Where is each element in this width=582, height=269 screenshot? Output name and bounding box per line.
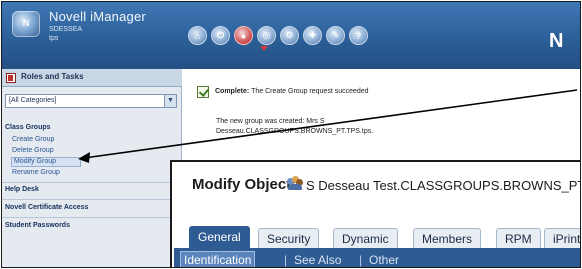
tree-name: SDESSEA: [49, 26, 83, 33]
active-tool-marker-icon: [260, 46, 268, 51]
sidebar-divider: [2, 182, 182, 183]
success-check-icon: [197, 86, 209, 98]
tab-rpm[interactable]: RPM: [496, 228, 541, 248]
modify-object-title: Modify Object:: [192, 176, 297, 193]
subtab-separator: |: [284, 253, 288, 267]
subtab-separator: |: [359, 253, 363, 267]
screenshot-frame: N Novell iManager SDESSEA tps ⌂ ⏻ ● ◎ ⚙ …: [1, 1, 581, 268]
exit-icon[interactable]: ⏻: [211, 26, 230, 45]
modify-object-name: S Desseau Test.CLASSGROUPS.BROWNS_PT.TPS…: [306, 178, 580, 193]
sidebar-divider: [2, 217, 182, 218]
status-message: Complete: The Create Group request succe…: [215, 88, 369, 95]
subtab-identification[interactable]: Identification: [180, 251, 256, 267]
roles-and-tasks-icon[interactable]: ●: [234, 26, 253, 45]
chevron-down-icon[interactable]: ▼: [164, 95, 176, 107]
sidebar-item-rename-group[interactable]: Rename Group: [12, 169, 60, 176]
category-select-value: [All Categories]: [9, 97, 57, 104]
tab-general[interactable]: General: [189, 226, 250, 248]
sidebar-section-class-groups[interactable]: Class Groups: [2, 124, 182, 131]
sidebar-item-modify-group[interactable]: Modify Group: [11, 157, 81, 167]
sidebar-divider: [2, 199, 182, 200]
configure-icon[interactable]: ⚙: [280, 26, 299, 45]
object-tabs: General Security Dynamic Members RPM iPr…: [174, 226, 580, 248]
preferences-icon[interactable]: ✎: [326, 26, 345, 45]
status-message-text: The Create Group request succeeded: [251, 88, 369, 95]
created-group-message: The new group was created: Mrs S Desseau…: [216, 118, 374, 135]
sidebar-section-student-passwords[interactable]: Student Passwords: [2, 222, 182, 229]
tab-dynamic[interactable]: Dynamic: [333, 228, 398, 248]
roles-and-tasks-header[interactable]: Roles and Tasks: [2, 69, 182, 87]
favorites-icon[interactable]: ✚: [303, 26, 322, 45]
logo-letter: N: [22, 18, 30, 28]
status-label: Complete:: [215, 88, 250, 95]
sidebar: Roles and Tasks [All Categories] ▼ Class…: [2, 69, 182, 267]
object-subtabs: Identification | See Also | Other: [174, 248, 580, 267]
view-objects-icon[interactable]: ◎: [257, 26, 276, 45]
subtab-other[interactable]: Other: [369, 253, 399, 267]
sidebar-item-delete-group[interactable]: Delete Group: [12, 147, 54, 154]
tab-iprint[interactable]: iPrint: [544, 228, 580, 248]
home-icon[interactable]: ⌂: [188, 26, 207, 45]
category-select[interactable]: [All Categories] ▼: [5, 94, 177, 108]
imanager-logo-icon: N: [12, 11, 40, 37]
help-icon[interactable]: ?: [349, 26, 368, 45]
header-toolbar: ⌂ ⏻ ● ◎ ⚙ ✚ ✎ ?: [188, 26, 368, 45]
group-icon: [287, 176, 303, 191]
app-header: N Novell iManager SDESSEA tps ⌂ ⏻ ● ◎ ⚙ …: [2, 2, 580, 69]
modify-object-panel: Modify Object: S Desseau Test.CLASSGROUP…: [170, 160, 580, 267]
roles-and-tasks-label: Roles and Tasks: [21, 72, 84, 81]
roles-tasks-icon: [6, 73, 16, 83]
subtab-see-also[interactable]: See Also: [294, 253, 341, 267]
novell-brand-letter: N: [549, 30, 564, 52]
sidebar-section-help-desk[interactable]: Help Desk: [2, 186, 182, 193]
tab-members[interactable]: Members: [413, 228, 482, 248]
user-name: tps: [49, 35, 59, 42]
tab-security[interactable]: Security: [258, 228, 320, 248]
app-title: Novell iManager: [49, 9, 146, 24]
sidebar-item-create-group[interactable]: Create Group: [12, 136, 54, 143]
sidebar-section-novell-certificate-access[interactable]: Novell Certificate Access: [2, 204, 182, 211]
